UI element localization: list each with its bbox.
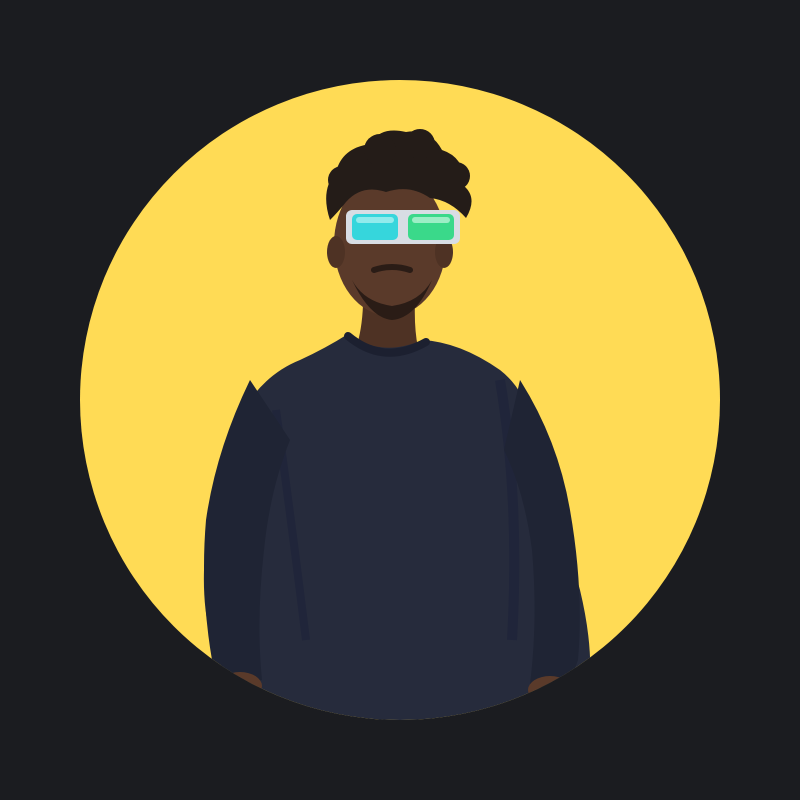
page-background	[0, 0, 800, 800]
lens-glare	[412, 217, 450, 223]
hair-curl	[328, 166, 356, 194]
right-hand	[528, 676, 572, 704]
profile-avatar	[80, 80, 720, 720]
mustache	[371, 264, 413, 273]
hair-curl	[442, 162, 470, 190]
left-hand	[218, 672, 262, 700]
hair-curl	[405, 129, 435, 159]
lens-glare	[356, 217, 394, 223]
hair-curl	[364, 134, 396, 166]
left-ear	[327, 236, 345, 268]
avatar-portrait	[203, 129, 591, 720]
